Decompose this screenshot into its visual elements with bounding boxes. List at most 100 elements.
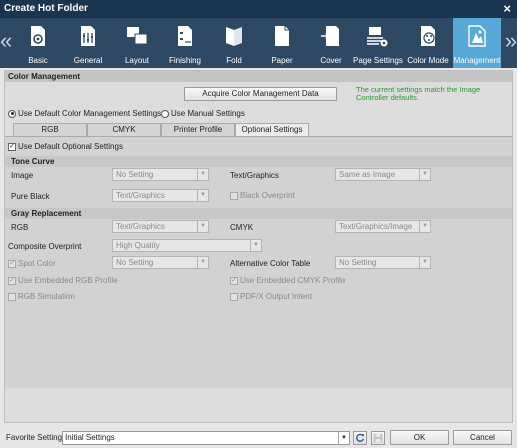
basic-icon [31,26,45,46]
pdfx-output-intent-label: PDF/X Output Intent [240,292,313,301]
gray-replacement-header: Gray Replacement [5,208,512,219]
refresh-button[interactable] [353,431,367,445]
optional-settings-panel: ✓ Use Default Optional Settings Tone Cur… [5,136,512,388]
fold-icon [226,27,242,46]
composite-overprint-value: High Quality [116,241,160,250]
page-settings-icon [367,27,388,47]
cm-tabs: RGB CMYK Printer Profile Optional Settin… [13,123,309,136]
alt-color-table-select[interactable]: No Setting ▼ [335,256,431,269]
ok-button[interactable]: OK [390,430,449,445]
scroll-left-icon[interactable]: « [0,28,12,54]
settings-panel: Color Management Acquire Color Managemen… [4,70,513,423]
tab-paper[interactable]: Paper [258,18,306,68]
chevron-down-icon: ▼ [250,240,261,251]
scroll-right-icon[interactable]: » [505,28,517,54]
checkmark-icon: ✓ [8,276,16,285]
text-graphics-label: Text/Graphics [230,171,279,180]
use-default-cm-label: Use Default Color Management Settings [18,109,162,118]
favorite-setting-label: Favorite Setting [6,433,63,442]
radio-dot [161,109,169,118]
use-manual-settings-label: Use Manual Settings [171,109,245,118]
image-label: Image [11,171,34,180]
category-toolbar: « Basic General Layout Finishing Fold Pa… [0,18,517,68]
checkbox-box [230,191,238,200]
spot-color-value: No Setting [116,258,154,267]
tab-cover-label: Cover [320,56,342,65]
image-tone-select[interactable]: No Setting ▼ [112,168,209,181]
tab-layout[interactable]: Layout [113,18,161,68]
chevron-down-icon: ▼ [419,169,430,180]
embedded-rgb-checkbox[interactable]: ✓ Use Embedded RGB Profile [8,276,118,285]
tab-color-mode[interactable]: Color Mode [404,18,452,68]
settings-match-note: The current settings match the Image Con… [356,85,481,102]
rgb-simulation-checkbox[interactable]: RGB Simulation [8,292,75,301]
cmyk-label: CMYK [230,223,254,232]
tab-general-label: General [73,56,103,65]
checkbox-box [230,292,238,301]
tab-fold-label: Fold [226,56,242,65]
use-default-optional-checkbox[interactable]: ✓ Use Default Optional Settings [8,142,123,151]
tab-rgb[interactable]: RGB [13,123,87,136]
color-mode-icon [421,26,435,46]
tab-general[interactable]: General [64,18,112,68]
favorite-setting-select[interactable]: Initial Settings ▼ [62,431,350,445]
alt-color-table-value: No Setting [339,258,377,267]
footer-bar: Favorite Setting Initial Settings ▼ OK C… [0,428,517,448]
use-default-optional-label: Use Default Optional Settings [18,142,123,151]
text-graphics-tone-value: Same as Image [339,170,396,179]
text-graphics-tone-select[interactable]: Same as Image ▼ [335,168,431,181]
window-title: Create Hot Folder [4,3,88,14]
tab-color-mode-label: Color Mode [407,56,449,65]
general-icon [81,26,95,46]
chevron-down-icon: ▼ [338,432,349,444]
chevron-down-icon: ▼ [197,169,208,180]
tab-management-label: Management [453,56,501,65]
tab-cover[interactable]: Cover [307,18,355,68]
alt-color-table-label: Alternative Color Table [230,259,311,268]
tab-optional-settings[interactable]: Optional Settings [235,123,309,136]
favorite-setting-value: Initial Settings [65,433,115,442]
tab-basic-label: Basic [28,56,48,65]
refresh-icon [356,433,365,442]
embedded-rgb-label: Use Embedded RGB Profile [18,276,118,285]
tab-cmyk[interactable]: CMYK [87,123,161,136]
tab-page-settings-label: Page Settings [353,56,403,65]
title-bar: Create Hot Folder × [0,0,517,18]
chevron-down-icon: ▼ [419,257,430,268]
tab-printer-profile[interactable]: Printer Profile [161,123,235,136]
chevron-down-icon: ▼ [419,221,430,232]
use-manual-settings-radio[interactable]: Use Manual Settings [161,109,245,118]
cmyk-gray-select[interactable]: Text/Graphics/Image ▼ [335,220,431,233]
black-overprint-label: Black Overprint [240,191,295,200]
spot-color-checkbox[interactable]: ✓ Spot Color [8,259,56,268]
rgb-simulation-label: RGB Simulation [18,292,75,301]
pdfx-output-intent-checkbox[interactable]: PDF/X Output Intent [230,292,312,301]
tab-finishing[interactable]: Finishing [161,18,209,68]
acquire-color-management-button[interactable]: Acquire Color Management Data [184,87,337,101]
embedded-cmyk-checkbox[interactable]: ✓ Use Embedded CMYK Profile [230,276,345,285]
tab-layout-label: Layout [124,56,150,65]
composite-overprint-select[interactable]: High Quality ▼ [112,239,262,252]
tab-fold[interactable]: Fold [210,18,258,68]
tab-basic[interactable]: Basic [14,18,62,68]
pure-black-select[interactable]: Text/Graphics ▼ [112,189,209,202]
tab-management[interactable]: Management [453,18,501,68]
chevron-down-icon: ▼ [197,257,208,268]
save-button[interactable] [371,431,385,445]
tab-finishing-label: Finishing [168,56,201,65]
cancel-button[interactable]: Cancel [453,430,512,445]
layout-icon [127,27,148,45]
rgb-gray-select[interactable]: Text/Graphics ▼ [112,220,209,233]
color-management-header: Color Management [5,71,512,82]
image-tone-value: No Setting [116,170,154,179]
checkmark-icon: ✓ [8,142,16,151]
black-overprint-checkbox[interactable]: Black Overprint [230,191,295,200]
use-default-cm-radio[interactable]: Use Default Color Management Settings [8,109,161,118]
tab-page-settings[interactable]: Page Settings [353,18,403,68]
close-icon[interactable]: × [503,1,511,17]
radio-dot [8,109,16,118]
checkbox-box [8,292,16,301]
spot-color-select[interactable]: No Setting ▼ [112,256,209,269]
chevron-down-icon: ▼ [197,221,208,232]
embedded-cmyk-label: Use Embedded CMYK Profile [240,276,346,285]
